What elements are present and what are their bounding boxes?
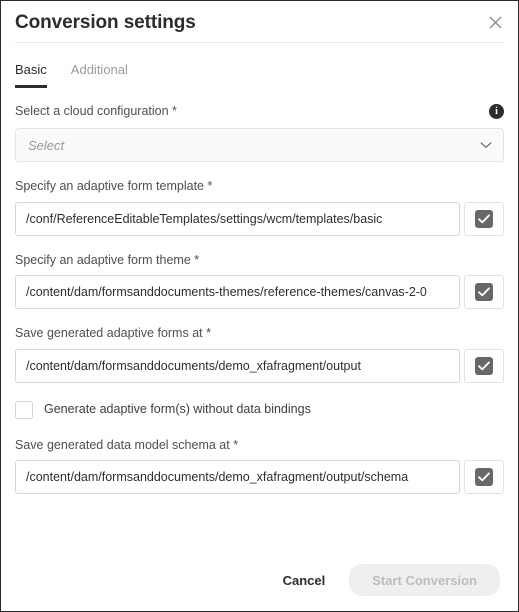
cloud-config-label: Select a cloud configuration *: [15, 104, 177, 119]
conversion-settings-dialog: Conversion settings Basic Additional Sel…: [0, 0, 519, 612]
dialog-title: Conversion settings: [15, 12, 196, 33]
check-icon: [475, 209, 493, 228]
without-bindings-label: Generate adaptive form(s) without data b…: [44, 402, 311, 417]
forms-output-label: Save generated adaptive forms at *: [15, 326, 211, 340]
form-theme-input[interactable]: [15, 275, 460, 309]
info-icon[interactable]: i: [489, 104, 504, 119]
tab-basic[interactable]: Basic: [15, 63, 47, 88]
without-bindings-checkbox[interactable]: [15, 400, 33, 419]
form-template-label: Specify an adaptive form template *: [15, 179, 213, 193]
cancel-button[interactable]: Cancel: [277, 565, 332, 596]
schema-output-confirm-button[interactable]: [464, 460, 504, 494]
tab-bar: Basic Additional: [1, 43, 518, 88]
cloud-config-label-row: Select a cloud configuration * i: [15, 104, 504, 119]
dialog-header: Conversion settings: [1, 1, 518, 42]
close-button[interactable]: [482, 9, 508, 35]
form-theme-confirm-button[interactable]: [464, 275, 504, 309]
schema-output-row: [15, 460, 504, 494]
dialog-footer: Cancel Start Conversion: [1, 549, 518, 611]
form-theme-label: Specify an adaptive form theme *: [15, 252, 200, 267]
forms-output-row: [15, 348, 504, 383]
forms-output-input[interactable]: [15, 348, 460, 383]
tab-additional-label: Additional: [70, 62, 128, 77]
chevron-down-icon: [480, 141, 492, 149]
dialog-body: Select a cloud configuration * i Select …: [1, 88, 518, 494]
cloud-config-placeholder: Select: [28, 137, 65, 153]
close-icon: [489, 16, 502, 29]
check-icon: [475, 356, 493, 375]
check-icon: [475, 468, 493, 486]
check-icon: [475, 283, 493, 301]
tab-basic-label: Basic: [15, 62, 47, 77]
start-conversion-button[interactable]: Start Conversion: [349, 564, 500, 596]
form-theme-row: [15, 275, 504, 309]
schema-output-input[interactable]: [15, 460, 460, 494]
tab-additional[interactable]: Additional: [71, 63, 128, 88]
form-template-row: [15, 201, 504, 236]
cloud-config-select[interactable]: Select: [15, 128, 504, 162]
form-template-input[interactable]: [15, 201, 460, 236]
without-bindings-checkbox-row[interactable]: Generate adaptive form(s) without data b…: [15, 400, 504, 419]
schema-output-label: Save generated data model schema at *: [15, 437, 239, 452]
form-template-confirm-button[interactable]: [464, 201, 504, 236]
forms-output-confirm-button[interactable]: [464, 348, 504, 383]
